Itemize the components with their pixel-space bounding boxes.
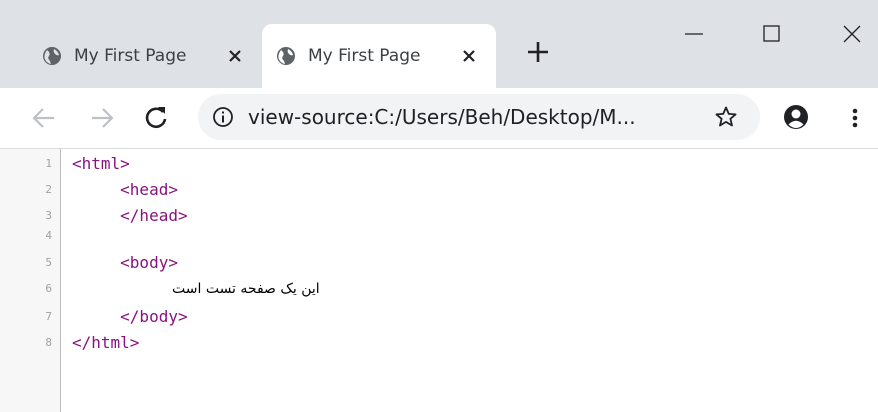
line-text: این یک صفحه تست است: [172, 281, 320, 297]
new-tab-plus-icon[interactable]: [524, 38, 552, 66]
tab-strip: My First Page My First Page: [0, 0, 878, 88]
line-number: 4: [45, 229, 52, 242]
line-number: 6: [45, 282, 52, 295]
line-code: <head>: [72, 180, 178, 199]
tab-title: My First Page: [74, 46, 187, 66]
source-line: 1 <html>: [0, 153, 878, 175]
forward-arrow-icon[interactable]: [88, 104, 116, 132]
source-line: 4: [0, 225, 878, 247]
line-code: <html>: [72, 154, 130, 173]
info-icon[interactable]: [212, 106, 234, 128]
back-arrow-icon[interactable]: [30, 104, 58, 132]
line-code: </html>: [72, 333, 140, 352]
profile-icon[interactable]: [782, 103, 810, 131]
minimize-icon[interactable]: [680, 20, 708, 48]
line-code: </head>: [72, 206, 188, 225]
source-line: 5 <body>: [0, 252, 878, 274]
globe-icon: [43, 47, 61, 65]
line-number: 5: [45, 256, 52, 269]
source-line: 2 <head>: [0, 179, 878, 201]
source-line: 3 </head>: [0, 205, 878, 227]
menu-icon[interactable]: [848, 104, 862, 132]
globe-icon: [277, 47, 295, 65]
source-line: 7 </body>: [0, 306, 878, 328]
address-bar[interactable]: view-source:C:/Users/Beh/Desktop/M...: [198, 94, 760, 140]
reload-icon[interactable]: [142, 104, 170, 132]
line-number: 2: [45, 183, 52, 196]
source-line: 8 </html>: [0, 332, 878, 354]
maximize-icon[interactable]: [758, 20, 786, 48]
line-number: 8: [45, 336, 52, 349]
close-tab-icon[interactable]: [228, 49, 242, 63]
line-code: </body>: [72, 307, 188, 326]
line-number: 1: [45, 157, 52, 170]
browser-toolbar: view-source:C:/Users/Beh/Desktop/M...: [0, 88, 878, 149]
line-number: 7: [45, 310, 52, 323]
tab-active[interactable]: My First Page: [262, 24, 496, 88]
close-window-icon[interactable]: [838, 20, 866, 48]
star-icon[interactable]: [714, 105, 738, 129]
line-number: 3: [45, 209, 52, 222]
url-text[interactable]: view-source:C:/Users/Beh/Desktop/M...: [248, 105, 636, 129]
line-code: <body>: [72, 253, 178, 272]
source-view: 1 <html> 2 <head> 3 </head> 4 5 <body> 6…: [0, 149, 878, 412]
source-line: 6 این یک صفحه تست است: [0, 278, 878, 300]
close-tab-icon[interactable]: [462, 49, 476, 63]
tab-inactive[interactable]: My First Page: [28, 24, 254, 88]
tab-title: My First Page: [308, 46, 421, 66]
